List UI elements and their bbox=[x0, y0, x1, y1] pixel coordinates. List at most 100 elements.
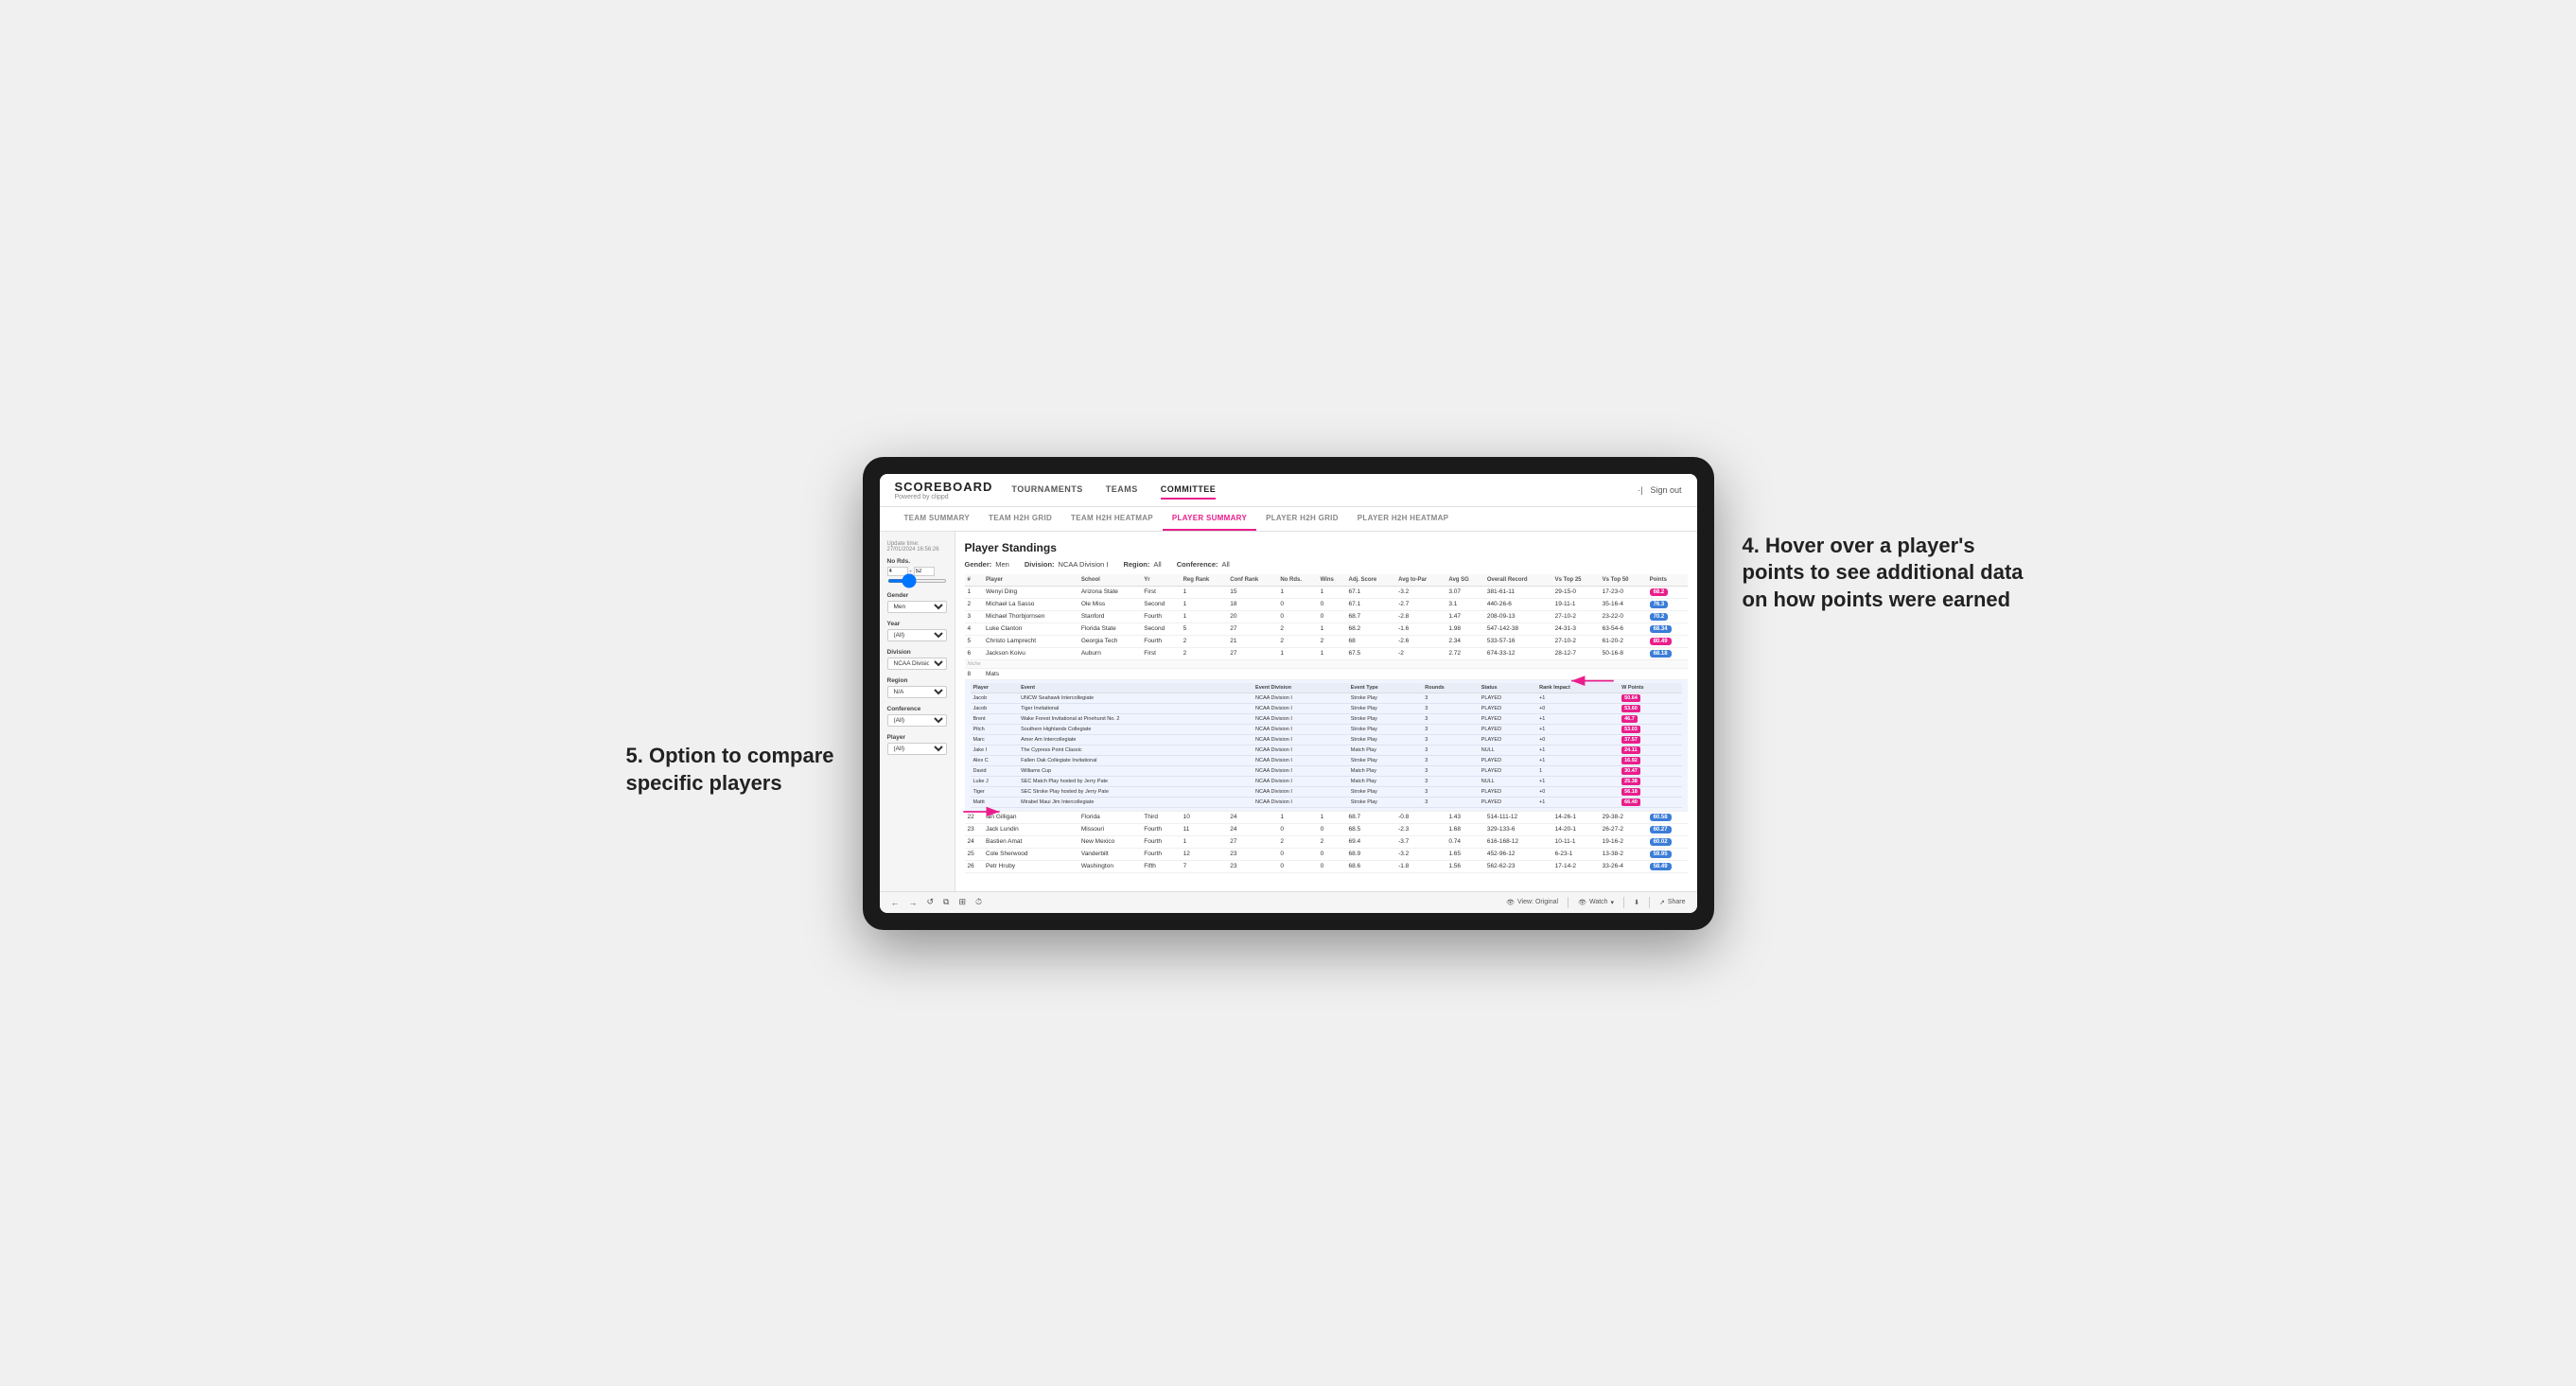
player-name[interactable]: Ian Gilligan bbox=[983, 811, 1078, 823]
layout-btn[interactable]: ⊞ bbox=[958, 897, 966, 907]
tooltip-data-row: Luke J SEC Match Play hosted by Jerry Pa… bbox=[971, 776, 1682, 786]
standings-title: Player Standings bbox=[965, 541, 1688, 554]
tooltip-table: PlayerEventEvent DivisionEvent TypeRound… bbox=[971, 683, 1682, 808]
division-filter: Division NCAA Division I bbox=[887, 649, 947, 670]
table-row: Niche bbox=[965, 659, 1688, 668]
tooltip-points-badge[interactable]: 37.57 bbox=[1621, 736, 1640, 744]
player-name[interactable]: Cole Sherwood bbox=[983, 848, 1078, 860]
col-conf-rank: Conf Rank bbox=[1227, 574, 1277, 587]
nav-teams[interactable]: TEAMS bbox=[1106, 481, 1138, 500]
gender-filter: Gender Men Women bbox=[887, 592, 947, 613]
player-name[interactable]: Michael La Sasso bbox=[983, 598, 1078, 610]
col-wins: Wins bbox=[1318, 574, 1346, 587]
table-header-row: # Player School Yr Reg Rank Conf Rank No… bbox=[965, 574, 1688, 587]
sub-nav-player-h2h-grid[interactable]: PLAYER H2H GRID bbox=[1256, 507, 1348, 531]
player-name[interactable]: Luke Clanton bbox=[983, 623, 1078, 635]
points-badge[interactable]: 58.49 bbox=[1650, 863, 1672, 870]
player-select[interactable]: (All) bbox=[887, 743, 947, 755]
player-name[interactable]: Jackson Koivu bbox=[983, 647, 1078, 659]
share-btn[interactable]: ↗ Share bbox=[1659, 899, 1686, 906]
col-avg-sg: Avg SG bbox=[1446, 574, 1483, 587]
table-row: 24 Bastien Amat New Mexico Fourth 1 27 2… bbox=[965, 835, 1688, 848]
sign-out-link[interactable]: Sign out bbox=[1650, 485, 1681, 495]
forward-btn[interactable]: → bbox=[909, 898, 918, 907]
share-icon: ↗ bbox=[1659, 899, 1665, 906]
table-row: 3 Michael Thorbjornsen Stanford Fourth 1… bbox=[965, 610, 1688, 623]
back-btn[interactable]: ← bbox=[891, 898, 900, 907]
watch-btn[interactable]: 👁 Watch ▾ bbox=[1578, 899, 1614, 906]
tooltip-points-badge[interactable]: 53.60 bbox=[1621, 705, 1640, 712]
tooltip-points-badge[interactable]: 25.38 bbox=[1621, 778, 1640, 785]
sub-nav-team-h2h-grid[interactable]: TEAM H2H GRID bbox=[979, 507, 1061, 531]
reset-btn[interactable]: ↺ bbox=[927, 897, 935, 907]
sub-nav-player-h2h-heatmap[interactable]: PLAYER H2H HEATMAP bbox=[1348, 507, 1459, 531]
top-nav: SCOREBOARD Powered by clippd TOURNAMENTS… bbox=[880, 474, 1697, 507]
tooltip-content: PlayerEventEvent DivisionEvent TypeRound… bbox=[965, 680, 1688, 811]
points-badge[interactable]: 68.34 bbox=[1650, 625, 1672, 633]
nav-right: ·| Sign out bbox=[1638, 485, 1681, 495]
filter-division: Division: NCAA Division I bbox=[1025, 560, 1109, 569]
points-badge[interactable]: 60.02 bbox=[1650, 838, 1672, 846]
division-select[interactable]: NCAA Division I bbox=[887, 658, 947, 670]
no-rds-slider[interactable] bbox=[887, 579, 947, 583]
forward-icon: → bbox=[909, 898, 918, 907]
points-badge[interactable]: 70.2 bbox=[1650, 613, 1669, 621]
nav-tournaments[interactable]: TOURNAMENTS bbox=[1011, 481, 1082, 500]
col-yr: Yr bbox=[1141, 574, 1180, 587]
tooltip-points-badge[interactable]: 30.47 bbox=[1621, 767, 1640, 775]
sub-nav-player-summary[interactable]: PLAYER SUMMARY bbox=[1163, 507, 1256, 531]
gender-select[interactable]: Men Women bbox=[887, 601, 947, 613]
tooltip-data-row: Jacob UNCW Seahawk Intercollegiate NCAA … bbox=[971, 693, 1682, 703]
col-player: Player bbox=[983, 574, 1078, 587]
player-name[interactable]: Mats bbox=[983, 668, 1078, 679]
download-icon: ⬇ bbox=[1634, 899, 1639, 906]
points-badge[interactable]: 60.58 bbox=[1650, 814, 1672, 821]
table-row: 22 Ian Gilligan Florida Third 10 24 1 1 … bbox=[965, 811, 1688, 823]
tablet-frame: SCOREBOARD Powered by clippd TOURNAMENTS… bbox=[863, 457, 1714, 930]
year-select[interactable]: (All) bbox=[887, 629, 947, 641]
points-badge[interactable]: 68.2 bbox=[1650, 588, 1669, 596]
view-original-btn[interactable]: 👁 View: Original bbox=[1506, 899, 1558, 906]
tooltip-points-badge[interactable]: 16.92 bbox=[1621, 757, 1640, 764]
sub-nav-team-h2h-heatmap[interactable]: TEAM H2H HEATMAP bbox=[1061, 507, 1163, 531]
tooltip-points-badge[interactable]: 50.64 bbox=[1621, 694, 1640, 702]
tooltip-data-row: Marc Amer Am Intercollegiate NCAA Divisi… bbox=[971, 734, 1682, 745]
player-name[interactable]: Michael Thorbjornsen bbox=[983, 610, 1078, 623]
clock-icon: ⏱ bbox=[975, 897, 982, 907]
tooltip-points-badge[interactable]: 53.03 bbox=[1621, 726, 1640, 733]
points-badge[interactable]: 80.49 bbox=[1650, 638, 1672, 645]
nav-committee[interactable]: COMMITTEE bbox=[1161, 481, 1217, 500]
clock-btn[interactable]: ⏱ bbox=[975, 897, 982, 907]
copy-btn[interactable]: ⧉ bbox=[943, 897, 949, 907]
points-badge[interactable]: 76.3 bbox=[1650, 601, 1669, 608]
tooltip-points-badge[interactable]: 24.11 bbox=[1621, 746, 1639, 754]
conference-select[interactable]: (All) bbox=[887, 714, 947, 727]
player-name[interactable]: Jack Lundin bbox=[983, 823, 1078, 835]
table-row: 25 Cole Sherwood Vanderbilt Fourth 12 23… bbox=[965, 848, 1688, 860]
tooltip-data-row: Brent Wake Forest Invitational at Pinehu… bbox=[971, 713, 1682, 724]
tooltip-data-row: Jake I The Cypress Point Classic NCAA Di… bbox=[971, 745, 1682, 755]
download-btn[interactable]: ⬇ bbox=[1634, 899, 1639, 906]
toolbar-sep-3 bbox=[1649, 897, 1650, 908]
tooltip-data-row: Mattt Mirabel Maui Jim Intercollegiate N… bbox=[971, 797, 1682, 807]
region-select[interactable]: N/A bbox=[887, 686, 947, 698]
logo-sub: Powered by clippd bbox=[895, 494, 993, 500]
player-name[interactable]: Wenyi Ding bbox=[983, 586, 1078, 598]
annotation-right: 4. Hover over a player's points to see a… bbox=[1743, 533, 2026, 614]
tooltip-points-badge[interactable]: 66.40 bbox=[1621, 798, 1640, 806]
player-name[interactable]: Petr Hruby bbox=[983, 860, 1078, 872]
player-name[interactable]: Christo Lamprecht bbox=[983, 635, 1078, 647]
tooltip-points-badge[interactable]: 46.7 bbox=[1621, 715, 1638, 723]
col-avg-par: Avg to-Par bbox=[1395, 574, 1446, 587]
toolbar-sep-2 bbox=[1623, 897, 1624, 908]
sub-nav-team-summary[interactable]: TEAM SUMMARY bbox=[895, 507, 980, 531]
logo-area: SCOREBOARD Powered by clippd bbox=[895, 480, 993, 500]
tooltip-points-badge[interactable]: 56.18 bbox=[1621, 788, 1640, 796]
col-num: # bbox=[965, 574, 984, 587]
points-badge[interactable]: 59.95 bbox=[1650, 851, 1672, 858]
points-badge[interactable]: 60.27 bbox=[1650, 826, 1672, 833]
tooltip-data-row: Alex C Fallen Oak Collegiate Invitationa… bbox=[971, 755, 1682, 765]
points-badge[interactable]: 68.18 bbox=[1650, 650, 1672, 658]
player-name[interactable]: Bastien Amat bbox=[983, 835, 1078, 848]
col-adj-score: Adj. Score bbox=[1345, 574, 1395, 587]
